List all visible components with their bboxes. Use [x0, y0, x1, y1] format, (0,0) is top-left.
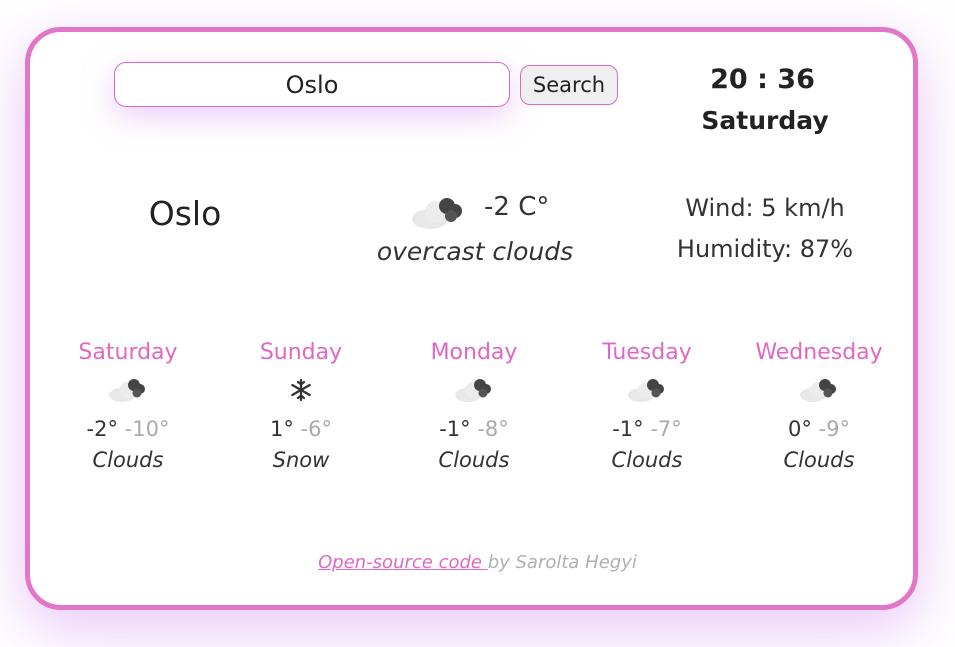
forecast-max-temp: -1°	[612, 417, 644, 441]
snowflake-icon	[291, 378, 311, 402]
forecast-day: Monday -1° -8° Clouds	[389, 340, 559, 472]
forecast-min-temp: -9°	[818, 417, 850, 441]
forecast-description: Clouds	[611, 448, 683, 472]
forecast-description: Snow	[272, 448, 330, 472]
forecast-description: Clouds	[92, 448, 164, 472]
clock-time: 20 : 36	[710, 64, 815, 95]
forecast-max-temp: -2°	[86, 417, 118, 441]
cloud-icon	[628, 379, 664, 402]
cloud-icon	[455, 379, 491, 402]
humidity: Humidity: 87%	[676, 235, 854, 263]
forecast-max-temp: 0°	[787, 417, 812, 441]
search-input[interactable]	[114, 62, 510, 107]
forecast-min-temp: -8°	[477, 417, 509, 441]
forecast-day: Tuesday -1° -7° Clouds	[562, 340, 732, 472]
forecast-description: Clouds	[783, 448, 855, 472]
search-button[interactable]: Search	[520, 65, 618, 105]
forecast-day: Wednesday 0° -9° Clouds	[734, 340, 904, 472]
city-name: Oslo	[148, 194, 222, 233]
cloud-icon	[800, 379, 836, 402]
forecast-day-name: Sunday	[259, 340, 343, 365]
forecast-day: Sunday 1° -6° Snow	[216, 340, 386, 472]
clock-weekday: Saturday	[701, 106, 829, 135]
cloud-icon	[412, 198, 462, 229]
forecast-min-temp: -10°	[124, 417, 170, 441]
forecast-day: Saturday -2° -10° Clouds	[43, 340, 213, 472]
forecast-day-name: Tuesday	[602, 340, 692, 365]
forecast-min-temp: -7°	[650, 417, 682, 441]
forecast-max-temp: -1°	[439, 417, 471, 441]
wind-speed: Wind: 5 km/h	[685, 194, 845, 222]
source-code-link[interactable]: Open-source code	[318, 552, 488, 573]
forecast-description: Clouds	[438, 448, 510, 472]
forecast-min-temp: -6°	[300, 417, 332, 441]
forecast-day-name: Monday	[430, 340, 518, 365]
current-temperature: -2 C°	[484, 192, 550, 222]
author-credit: by Sarolta Hegyi	[487, 552, 637, 573]
forecast-day-name: Wednesday	[755, 340, 883, 365]
footer: Open-source code by Sarolta Hegyi	[0, 552, 955, 573]
forecast-max-temp: 1°	[269, 417, 294, 441]
cloud-icon	[109, 379, 145, 402]
current-description: overcast clouds	[376, 237, 574, 266]
forecast-day-name: Saturday	[78, 340, 178, 365]
